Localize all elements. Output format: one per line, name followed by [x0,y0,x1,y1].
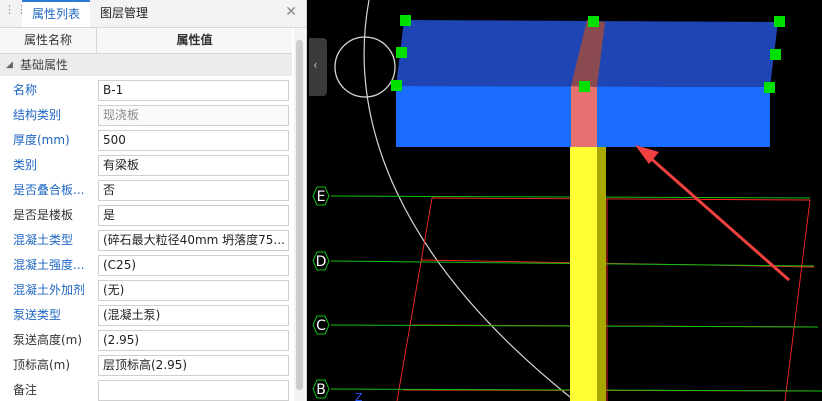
property-name: 名称 [13,83,38,97]
property-row: 顶标高(m) 层顶标高(2.95) [0,353,292,378]
property-table-header: 属性名称 属性值 [0,28,292,54]
axis-label-d: D [316,254,327,270]
property-value-field[interactable]: (C25) [98,255,289,276]
property-row: 名称 B-1 [0,78,292,103]
properties-panel: ⋮⋮ 属性列表 图层管理 ✕ 属性名称 属性值 ◢ 基础属性 名称 B-1 结构类别… [0,0,307,401]
drag-handle-icon[interactable]: ⋮⋮ [4,4,27,20]
property-row: 混凝土强度... (C25) [0,253,292,278]
property-value-field[interactable]: 是 [98,205,289,226]
tab-layer-management[interactable]: 图层管理 [90,0,158,27]
property-value-field[interactable]: (无) [98,280,289,301]
property-name: 是否叠合板... [13,183,85,197]
panel-tabbar: ⋮⋮ 属性列表 图层管理 ✕ [0,0,306,28]
property-name: 混凝土类型 [13,233,74,247]
annotation-arrow [635,145,790,282]
orbit-circle[interactable] [334,36,396,98]
grid-lines [396,197,822,401]
property-value-field[interactable]: 否 [98,180,289,201]
vertical-scrollbar[interactable] [294,28,305,401]
close-icon[interactable]: ✕ [285,4,297,20]
tab-property-list[interactable]: 属性列表 [22,0,91,27]
property-row: 是否是楼板 是 [0,203,292,228]
property-name: 混凝土强度... [13,258,85,272]
property-name: 泵送高度(m) [13,333,83,347]
scrollbar-thumb[interactable] [296,40,303,390]
property-row: 类别 有梁板 [0,153,292,178]
axis-label-e: E [317,189,326,205]
property-name: 混凝土外加剂 [13,283,86,297]
column-header-name: 属性名称 [0,28,97,53]
property-name: 类别 [13,158,38,172]
axis-label-b: B [316,382,326,398]
property-value-field[interactable]: (2.95) [98,330,289,351]
property-row: 泵送高度(m) (2.95) [0,328,292,353]
property-value-field[interactable]: B-1 [98,80,289,101]
property-value-field: 现浇板 [98,105,289,126]
property-value-field[interactable] [98,380,289,401]
property-name: 厚度(mm) [13,133,70,147]
3d-viewport[interactable]: E D C B Z [307,0,822,401]
section-basic-properties[interactable]: ◢ 基础属性 [0,54,292,76]
axis-z-label: Z [355,391,363,401]
property-value-field[interactable]: (碎石最大粒径40mm 坍落度75... [98,230,289,251]
property-name: 泵送类型 [13,308,62,322]
axis-bubbles[interactable]: E D C B [312,186,330,399]
property-name: 是否是楼板 [13,208,74,222]
collapse-caret-icon[interactable]: ◢ [6,54,13,76]
property-row: 混凝土类型 (碎石最大粒径40mm 坍落度75... [0,228,292,253]
property-row: 混凝土外加剂 (无) [0,278,292,303]
property-value-field[interactable]: 有梁板 [98,155,289,176]
property-row: 泵送类型 (混凝土泵) [0,303,292,328]
property-name: 备注 [13,383,38,397]
section-label: 基础属性 [20,58,69,72]
property-value-field[interactable]: 500 [98,130,289,151]
column-front[interactable] [570,147,597,401]
property-row: 厚度(mm) 500 [0,128,292,153]
column-header-value: 属性值 [176,33,213,47]
property-name: 顶标高(m) [13,358,71,372]
property-name: 结构类别 [13,108,62,122]
axis-label-c: C [316,318,326,334]
property-row: 结构类别 现浇板 [0,103,292,128]
column-side [597,145,606,401]
property-row: 备注 [0,378,292,401]
property-value-field[interactable]: 层顶标高(2.95) [98,355,289,376]
property-row: 是否叠合板... 否 [0,178,292,203]
property-value-field[interactable]: (混凝土泵) [98,305,289,326]
beam-front-face [571,86,597,147]
